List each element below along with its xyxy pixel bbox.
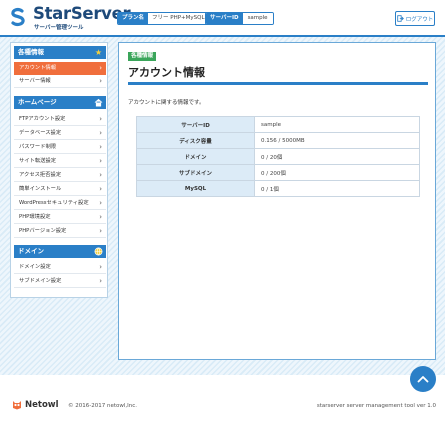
chevron-right-icon: › bbox=[99, 227, 102, 235]
sidebar-item-label: データベース設定 bbox=[19, 130, 62, 136]
table-row: サーバーID sample bbox=[136, 116, 420, 133]
sidebar-item-server-info[interactable]: サーバー情報 › bbox=[14, 75, 106, 88]
starserver-logo-icon bbox=[11, 7, 25, 27]
sidebar-item-account-info[interactable]: アカウント情報 › bbox=[14, 62, 106, 75]
sidebar-section-domain: ドメイン bbox=[14, 245, 106, 258]
breadcrumb: 各種情報 bbox=[128, 52, 157, 61]
sidebar-item-site-redirect[interactable]: サイト転送設定 › bbox=[14, 155, 106, 168]
table-row: サブドメイン 0 / 200個 bbox=[136, 164, 420, 181]
row-key: ディスク容量 bbox=[136, 132, 255, 149]
server-id-value: sample bbox=[242, 13, 273, 24]
table-row: ディスク容量 0.156 / 5000MB bbox=[136, 132, 420, 149]
star-icon: ★ bbox=[94, 48, 103, 57]
sidebar-item-label: PHP環境設定 bbox=[19, 214, 51, 220]
logout-button[interactable]: ログアウト bbox=[395, 11, 435, 26]
chevron-right-icon: › bbox=[99, 277, 102, 285]
title-divider bbox=[128, 82, 428, 85]
row-value: 0 / 1個 bbox=[254, 180, 420, 197]
chevron-right-icon: › bbox=[99, 157, 102, 165]
sidebar-item-subdomain-settings[interactable]: サブドメイン設定 › bbox=[14, 275, 106, 288]
sidebar-section-title: ドメイン bbox=[18, 247, 44, 255]
chevron-right-icon: › bbox=[99, 263, 102, 271]
sidebar-item-label: 簡単インストール bbox=[19, 186, 62, 192]
row-key: サーバーID bbox=[136, 116, 255, 133]
sidebar-item-label: パスワード制限 bbox=[19, 144, 57, 150]
sidebar-section-title: 各種情報 bbox=[18, 48, 44, 56]
sidebar-item-label: アカウント情報 bbox=[19, 65, 57, 71]
plan-value: フリー PHP+MySQL bbox=[148, 13, 209, 24]
home-icon bbox=[94, 98, 103, 107]
chevron-right-icon: › bbox=[99, 143, 102, 151]
sidebar-item-label: WordPressセキュリティ設定 bbox=[19, 200, 89, 206]
sidebar-item-label: サーバー情報 bbox=[19, 78, 51, 84]
sidebar-item-php-environment[interactable]: PHP環境設定 › bbox=[14, 211, 106, 224]
sidebar-item-label: アクセス拒否設定 bbox=[19, 172, 62, 178]
sidebar-item-label: FTPアカウント設定 bbox=[19, 116, 66, 122]
owl-icon bbox=[13, 401, 21, 410]
server-id-indicator: サーバーID sample bbox=[205, 12, 274, 25]
chevron-right-icon: › bbox=[99, 115, 102, 123]
sidebar-item-database[interactable]: データベース設定 › bbox=[14, 127, 106, 140]
sidebar-section-homepage: ホームページ bbox=[14, 96, 106, 109]
sidebar-item-php-version[interactable]: PHPバージョン設定 › bbox=[14, 225, 106, 238]
top-header: StarServer サーバー管理ツール プラン名 フリー PHP+MySQL … bbox=[0, 0, 445, 35]
chevron-right-icon: › bbox=[99, 171, 102, 179]
globe-icon bbox=[94, 247, 103, 256]
logout-label: ログアウト bbox=[405, 16, 434, 23]
version-info: starserver server management tool ver 1.… bbox=[316, 403, 436, 409]
sidebar-item-label: PHPバージョン設定 bbox=[19, 228, 67, 234]
row-key: MySQL bbox=[136, 180, 255, 197]
sidebar-item-access-deny[interactable]: アクセス拒否設定 › bbox=[14, 169, 106, 182]
sidebar-item-wordpress-security[interactable]: WordPressセキュリティ設定 › bbox=[14, 197, 106, 210]
chevron-right-icon: › bbox=[99, 64, 102, 72]
row-value: sample bbox=[254, 116, 420, 133]
chevron-right-icon: › bbox=[99, 199, 102, 207]
copyright: © 2016-2017 netowl,Inc. bbox=[68, 403, 138, 409]
page-description: アカウントに関する情報です。 bbox=[128, 100, 205, 106]
row-key: ドメイン bbox=[136, 148, 255, 165]
chevron-right-icon: › bbox=[99, 213, 102, 221]
chevron-up-icon bbox=[417, 376, 429, 383]
main-panel: 各種情報 アカウント情報 アカウントに関する情報です。 サーバーID sampl… bbox=[118, 42, 436, 360]
netowl-logo[interactable]: Netowl bbox=[12, 400, 59, 410]
sidebar-item-domain-settings[interactable]: ドメイン設定 › bbox=[14, 261, 106, 274]
chevron-right-icon: › bbox=[99, 185, 102, 193]
row-key: サブドメイン bbox=[136, 164, 255, 181]
sidebar-section-title: ホームページ bbox=[18, 98, 57, 106]
row-value: 0.156 / 5000MB bbox=[254, 132, 420, 149]
logo-text: StarServer bbox=[33, 4, 131, 23]
logout-icon bbox=[397, 15, 404, 22]
footer: Netowl © 2016-2017 netowl,Inc. starserve… bbox=[0, 392, 445, 433]
scroll-to-top-button[interactable] bbox=[410, 366, 436, 392]
plan-indicator: プラン名 フリー PHP+MySQL bbox=[117, 12, 210, 25]
chevron-right-icon: › bbox=[99, 129, 102, 137]
page-title: アカウント情報 bbox=[128, 66, 205, 79]
sidebar-item-ftp-account[interactable]: FTPアカウント設定 › bbox=[14, 113, 106, 126]
sidebar: 各種情報 ★ アカウント情報 › サーバー情報 › ホームページ FTPアカウン… bbox=[10, 42, 108, 298]
plan-label: プラン名 bbox=[118, 13, 149, 24]
sidebar-item-label: ドメイン設定 bbox=[19, 264, 51, 270]
sidebar-item-label: サブドメイン設定 bbox=[19, 278, 62, 284]
server-id-label: サーバーID bbox=[206, 13, 243, 24]
chevron-right-icon: › bbox=[99, 77, 102, 85]
sidebar-item-easy-install[interactable]: 簡単インストール › bbox=[14, 183, 106, 196]
table-row: ドメイン 0 / 20個 bbox=[136, 148, 420, 165]
netowl-brand: Netowl bbox=[25, 400, 59, 410]
row-value: 0 / 20個 bbox=[254, 148, 420, 165]
sidebar-item-label: サイト転送設定 bbox=[19, 158, 57, 164]
sidebar-section-info: 各種情報 ★ bbox=[14, 46, 106, 59]
logo-subtitle: サーバー管理ツール bbox=[34, 25, 84, 31]
table-row: MySQL 0 / 1個 bbox=[136, 180, 420, 197]
account-info-table: サーバーID sample ディスク容量 0.156 / 5000MB ドメイン… bbox=[136, 116, 420, 197]
sidebar-item-password-restriction[interactable]: パスワード制限 › bbox=[14, 141, 106, 154]
row-value: 0 / 200個 bbox=[254, 164, 420, 181]
